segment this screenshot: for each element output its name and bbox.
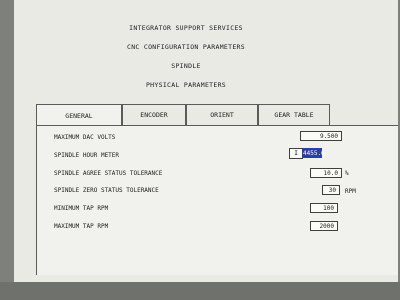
company-title: INTEGRATOR SUPPORT SERVICES [129,24,243,32]
monitor-bottom-edge [0,282,400,300]
tab-orient[interactable]: ORIENT [186,104,258,126]
agree-tolerance-label: SPINDLE AGREE STATUS TOLERANCE [54,170,163,177]
cnc-screen: INTEGRATOR SUPPORT SERVICES CNC CONFIGUR… [14,0,398,300]
min-tap-rpm-field[interactable]: 100 [310,203,338,213]
max-tap-rpm-label: MAXIMUM TAP RPM [54,223,109,230]
spindle-hour-meter-field[interactable]: 4455.6 [302,148,325,158]
config-title: CNC CONFIGURATION PARAMETERS [127,43,245,51]
percent-unit: % [345,170,349,177]
min-tap-rpm-label: MINIMUM TAP RPM [54,205,109,212]
subsection-title: PHYSICAL PARAMETERS [145,81,227,89]
max-tap-rpm-field[interactable]: 2000 [310,221,338,231]
section-title: SPINDLE [171,62,201,70]
rpm-unit: RPM [345,188,356,195]
zero-tolerance-label: SPINDLE ZERO STATUS TOLERANCE [54,187,159,194]
tab-encoder[interactable]: ENCODER [122,104,186,126]
agree-tolerance-field[interactable]: 10.0 [310,168,342,178]
zero-tolerance-field[interactable]: 30 [322,185,340,195]
max-dac-volts-field[interactable]: 9.500 [300,131,342,141]
spindle-hour-meter-label: SPINDLE HOUR METER [54,152,120,159]
tab-gear-table[interactable]: GEAR TABLE [258,104,330,126]
max-dac-volts-label: MAXIMUM DAC VOLTS [54,134,116,141]
text-cursor: I [289,148,303,159]
general-panel [36,125,398,275]
tab-general[interactable]: GENERAL [36,104,122,126]
